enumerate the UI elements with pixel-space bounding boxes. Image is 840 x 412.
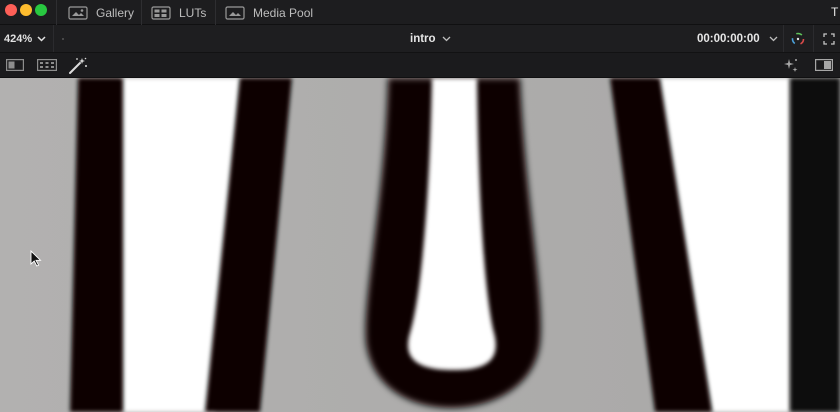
sparkle-icon[interactable] xyxy=(781,57,799,74)
timecode-value: 00:00:00:00 xyxy=(697,32,760,45)
color-wheel-icon[interactable] xyxy=(790,31,806,47)
luts-icon xyxy=(151,5,171,20)
separator-dot xyxy=(62,38,64,40)
title-bar: Gallery LUTs Media Pool T xyxy=(0,0,840,25)
divider xyxy=(215,0,216,25)
window-minimize-button[interactable] xyxy=(20,4,32,16)
divider xyxy=(56,0,57,25)
divider xyxy=(53,25,54,52)
magic-wand-icon[interactable] xyxy=(68,57,88,75)
viewer-subtoolbar xyxy=(0,53,840,78)
video-viewer[interactable] xyxy=(0,78,840,412)
window-close-button[interactable] xyxy=(5,4,17,16)
gallery-icon xyxy=(68,5,88,20)
clip-name: intro xyxy=(410,32,436,45)
split-screen-icon[interactable] xyxy=(37,59,57,71)
frame-image xyxy=(0,78,840,412)
window-maximize-button[interactable] xyxy=(35,4,47,16)
media-pool-icon xyxy=(225,5,245,20)
clip-name-dropdown[interactable]: intro xyxy=(410,25,451,52)
title-right-text: T xyxy=(831,5,839,19)
viewer-toolbar: 424% intro 00:00:00:00 xyxy=(0,25,840,53)
tab-luts-label: LUTs xyxy=(179,5,207,20)
tab-luts[interactable]: LUTs xyxy=(151,0,206,25)
zoom-value: 424% xyxy=(4,32,33,45)
timecode-dropdown[interactable]: 00:00:00:00 xyxy=(697,25,778,52)
divider xyxy=(813,25,814,52)
zoom-dropdown[interactable]: 424% xyxy=(4,25,46,52)
tab-gallery-label: Gallery xyxy=(96,5,135,20)
tab-media-pool-label: Media Pool xyxy=(253,5,314,20)
single-viewer-icon[interactable] xyxy=(6,59,24,71)
tab-gallery[interactable]: Gallery xyxy=(68,0,134,25)
tab-media-pool[interactable]: Media Pool xyxy=(225,0,313,25)
divider xyxy=(783,25,784,52)
fullscreen-icon[interactable] xyxy=(822,32,836,46)
chevron-down-icon xyxy=(442,36,451,42)
viewer-mode-icon[interactable] xyxy=(815,59,833,71)
mouse-pointer-icon xyxy=(30,250,42,267)
chevron-down-icon xyxy=(769,36,778,42)
divider xyxy=(141,0,142,25)
chevron-down-icon xyxy=(37,35,46,42)
